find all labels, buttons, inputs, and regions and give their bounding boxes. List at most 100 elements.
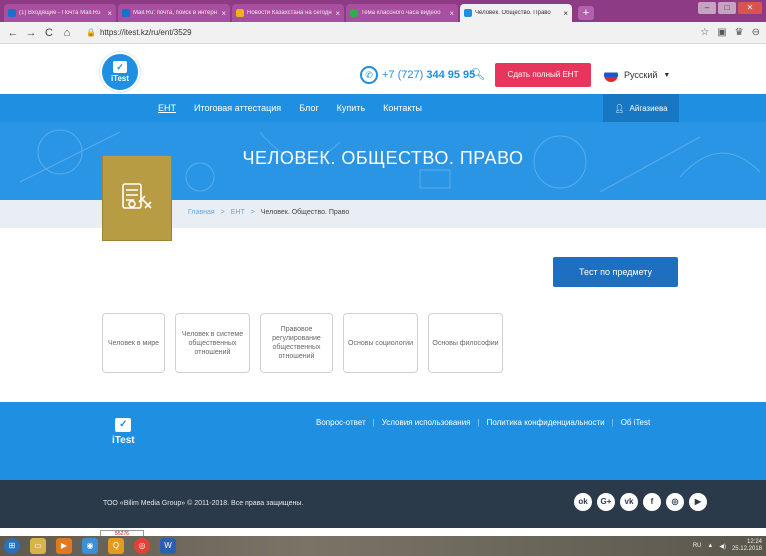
topic-card[interactable]: Правовое регулирование общественных отно… xyxy=(260,313,333,373)
home-button[interactable]: ⌂ xyxy=(60,27,74,39)
topic-card[interactable]: Человек в мире xyxy=(102,313,165,373)
close-icon[interactable]: × xyxy=(107,9,112,18)
minimize-button[interactable]: – xyxy=(698,2,716,14)
main-navbar: ЕНТ Итоговая аттестация Блог Купить Конт… xyxy=(0,94,766,122)
network-icon[interactable]: ▲ xyxy=(707,543,713,549)
instagram-icon[interactable]: ◎ xyxy=(666,493,684,511)
topic-card[interactable]: Основы социологии xyxy=(343,313,418,373)
youtube-icon[interactable]: ▶ xyxy=(689,493,707,511)
breadcrumb-separator: > xyxy=(220,209,225,216)
chevron-down-icon: ▼ xyxy=(663,71,671,79)
close-icon[interactable]: × xyxy=(449,9,454,18)
nav-item-final-attestation[interactable]: Итоговая аттестация xyxy=(194,103,281,113)
nav-item-contacts[interactable]: Контакты xyxy=(383,103,422,113)
media-player-icon[interactable]: ▶ xyxy=(56,538,72,554)
maximize-button[interactable]: □ xyxy=(718,2,736,14)
facebook-icon[interactable]: f xyxy=(643,493,661,511)
language-label: Русский xyxy=(624,70,658,80)
google-plus-icon[interactable]: G+ xyxy=(597,493,615,511)
footer-logo[interactable]: ✓ iTest xyxy=(112,418,135,446)
browser-tab-active[interactable]: Человек. Общество. Право × xyxy=(460,4,572,22)
odnoklassniki-icon[interactable]: ok xyxy=(574,493,592,511)
tab-label: Человек. Общество. Право xyxy=(475,10,551,16)
close-icon[interactable]: × xyxy=(335,9,340,18)
search-icon[interactable]: 🔍︎ xyxy=(470,67,485,81)
subject-tile xyxy=(102,155,172,241)
reload-button[interactable]: C xyxy=(42,27,56,39)
phone-icon: ✆ xyxy=(360,66,378,84)
browser-tab[interactable]: Mail.Ru: почта, поиск в интерн × xyxy=(118,4,230,22)
browser-toolbar-icons: ☆ ▣ ♛ ⊖ xyxy=(700,27,760,38)
phone-number: 344 95 95 xyxy=(426,69,476,81)
clock-date: 25.12.2018 xyxy=(731,546,762,552)
browser-tab[interactable]: Новости Казахстана на сегодн × xyxy=(232,4,344,22)
app-icon[interactable]: Q xyxy=(108,538,124,554)
start-button-icon[interactable]: ⊞ xyxy=(4,538,20,554)
checkmark-icon: ✓ xyxy=(115,418,132,432)
footer-link-privacy[interactable]: Политика конфиденциальности xyxy=(487,418,605,427)
vk-icon[interactable]: vk xyxy=(620,493,638,511)
tab-label: Mail.Ru: почта, поиск в интерн xyxy=(133,10,218,16)
nav-item-buy[interactable]: Купить xyxy=(337,103,365,113)
browser-tab[interactable]: (1) Входящие - Почта Mail.Ru × xyxy=(4,4,116,22)
site-logo[interactable]: ✓ iTest xyxy=(100,52,140,92)
checkmark-icon: ✓ xyxy=(113,61,127,73)
extension-icon[interactable]: ♛ xyxy=(735,27,744,38)
breadcrumb-separator: > xyxy=(250,209,255,216)
browser-icon[interactable]: ◉ xyxy=(82,538,98,554)
clock[interactable]: 12:24 25.12.2018 xyxy=(732,539,762,553)
topic-card[interactable]: Человек в системе общественных отношений xyxy=(175,313,250,373)
footer-link-about[interactable]: Об iTest xyxy=(621,418,650,427)
breadcrumb-ent[interactable]: ЕНТ xyxy=(231,209,245,216)
footer-links: Вопрос-ответ | Условия использования | П… xyxy=(316,418,650,427)
footer-link-faq[interactable]: Вопрос-ответ xyxy=(316,418,366,427)
breadcrumb-current: Человек. Общество. Право xyxy=(260,209,350,216)
windows-taskbar: ⊞ ▭ ▶ ◉ Q ◎ W RU ▲ ◀) 12:24 25.12.2018 xyxy=(0,536,766,556)
url-text: https://itest.kz/ru/ent/3529 xyxy=(99,28,192,37)
close-icon[interactable]: × xyxy=(221,9,226,18)
breadcrumb: Главная > ЕНТ > Человек. Общество. Право xyxy=(188,209,349,216)
news-favicon-icon xyxy=(236,9,244,17)
language-indicator[interactable]: RU xyxy=(693,543,702,549)
topic-card[interactable]: Основы философии xyxy=(428,313,503,373)
phone-contact[interactable]: ✆ +7 (727) 344 95 95 xyxy=(360,66,475,84)
volume-icon[interactable]: ◀) xyxy=(719,543,726,550)
browser-tab[interactable]: Тема классного часа видеоо × xyxy=(346,4,458,22)
take-full-ent-button[interactable]: Сдать полный ЕНТ xyxy=(495,63,591,87)
new-tab-button[interactable]: + xyxy=(578,6,594,20)
bookmark-star-icon[interactable]: ☆ xyxy=(700,27,709,38)
extension-icon[interactable]: ▣ xyxy=(717,27,726,38)
system-tray: RU ▲ ◀) 12:24 25.12.2018 xyxy=(693,536,762,556)
tab-label: Тема классного часа видеоо xyxy=(361,10,441,16)
user-account-button[interactable]: 👤︎ Айгазиева xyxy=(603,94,679,122)
phone-prefix: +7 (727) xyxy=(382,69,424,81)
footer-link-terms[interactable]: Условия использования xyxy=(382,418,471,427)
chrome-icon[interactable]: ◎ xyxy=(134,538,150,554)
nav-item-ent[interactable]: ЕНТ xyxy=(158,103,176,113)
sheets-favicon-icon xyxy=(350,9,358,17)
logo-text: iTest xyxy=(110,74,130,83)
close-icon[interactable]: × xyxy=(563,9,568,18)
window-close-button[interactable]: ✕ xyxy=(738,2,762,14)
tab-label: (1) Входящие - Почта Mail.Ru xyxy=(19,10,101,16)
breadcrumb-home[interactable]: Главная xyxy=(188,209,215,216)
profile-icon[interactable]: ⊖ xyxy=(752,27,760,38)
window-controls: – □ ✕ xyxy=(698,2,762,14)
law-scroll-gavel-icon xyxy=(122,183,152,209)
subject-test-button[interactable]: Тест по предмету xyxy=(553,257,678,287)
user-name: Айгазиева xyxy=(629,103,668,113)
language-selector[interactable]: Русский ▼ xyxy=(604,63,678,87)
mail-favicon-icon xyxy=(122,9,130,17)
copyright-text: ТОО «Bilim Media Group» © 2011-2018. Все… xyxy=(103,500,304,507)
url-field[interactable]: 🔒 https://itest.kz/ru/ent/3529 xyxy=(86,28,700,37)
user-icon: 👤︎ xyxy=(614,103,625,113)
browser-tab-strip: (1) Входящие - Почта Mail.Ru × Mail.Ru: п… xyxy=(0,0,766,22)
nav-item-blog[interactable]: Блог xyxy=(299,103,318,113)
back-button[interactable]: ← xyxy=(6,27,20,39)
explorer-icon[interactable]: ▭ xyxy=(30,538,46,554)
forward-button[interactable]: → xyxy=(24,27,38,39)
word-icon[interactable]: W xyxy=(160,538,176,554)
divider: | xyxy=(611,418,614,427)
divider: | xyxy=(372,418,375,427)
footer-logo-text: iTest xyxy=(112,435,135,446)
